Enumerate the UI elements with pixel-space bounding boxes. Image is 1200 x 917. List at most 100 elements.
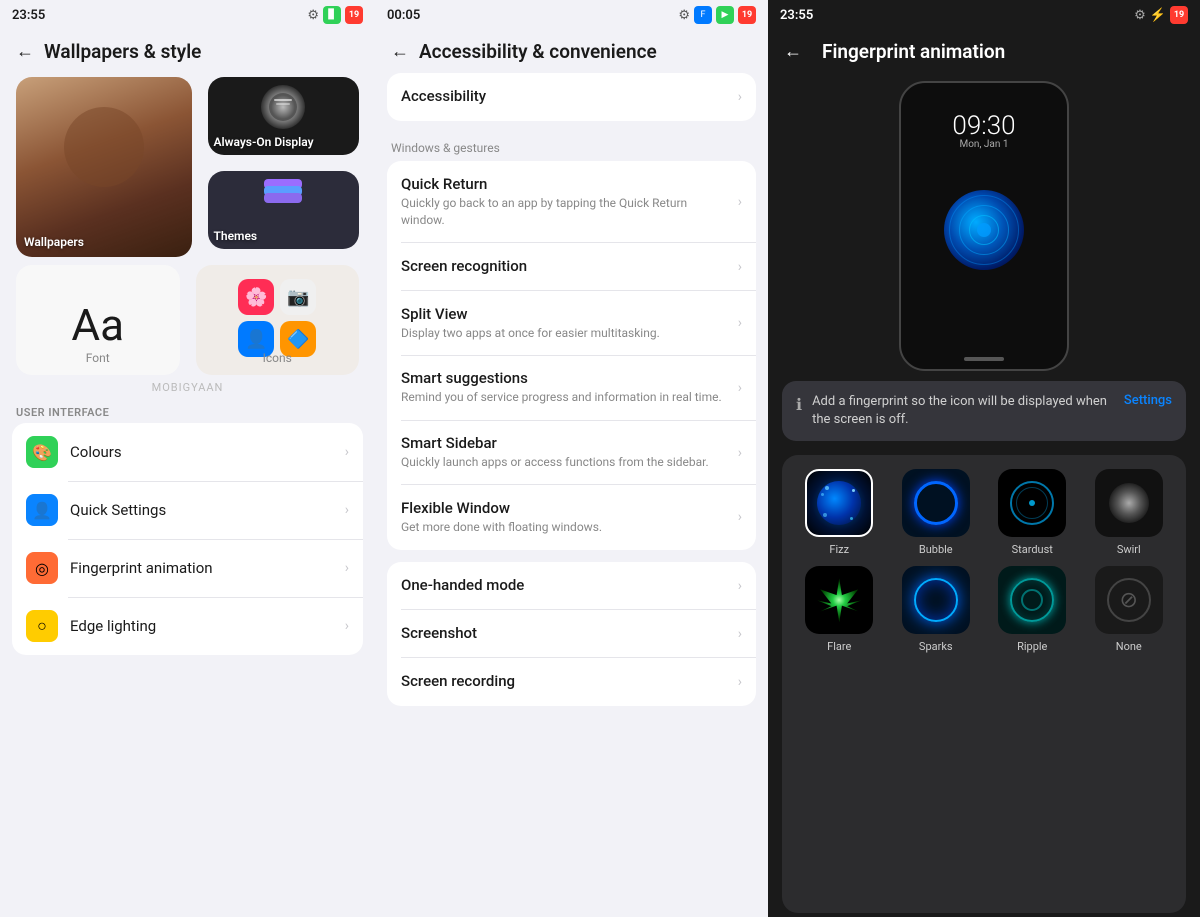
- always-on-display-item[interactable]: Always-On Display: [208, 77, 360, 155]
- accessibility-item[interactable]: Accessibility ›: [387, 73, 756, 121]
- one-handed-mode-item[interactable]: One-handed mode ›: [387, 562, 756, 610]
- smart-suggestions-desc: Remind you of service progress and infor…: [401, 389, 730, 406]
- one-handed-mode-title: One-handed mode: [401, 576, 730, 594]
- fizz-animation-item[interactable]: Fizz: [796, 469, 883, 556]
- battery-icon-p1: ▊: [323, 6, 341, 24]
- back-button-p3[interactable]: ←: [784, 41, 802, 62]
- info-settings-button[interactable]: Settings: [1124, 393, 1172, 408]
- wallpapers-panel: 23:55 ⚙ ▊ 19 ← Wallpapers & style Wallpa…: [0, 0, 375, 917]
- wallpapers-label: Wallpapers: [24, 235, 84, 249]
- wallpapers-item[interactable]: Wallpapers: [16, 77, 192, 257]
- quick-return-item[interactable]: Quick Return Quickly go back to an app b…: [387, 161, 756, 243]
- accessibility-panel: 00:05 ⚙ F ▶ 19 ← Accessibility & conveni…: [375, 0, 768, 917]
- fingerprint-animation-panel: 23:55 ⚙ ⚡ 19 ← Fingerprint animation 09:…: [768, 0, 1200, 917]
- windows-gestures-label: Windows & gestures: [375, 127, 768, 161]
- split-view-item[interactable]: Split View Display two apps at once for …: [387, 291, 756, 356]
- header-p1: ← Wallpapers & style: [0, 30, 375, 73]
- quick-settings-chevron: ›: [345, 502, 349, 518]
- fingerprint-animation-chevron: ›: [345, 560, 349, 576]
- screenshot-title: Screenshot: [401, 624, 730, 642]
- edge-lighting-icon: ○: [26, 610, 58, 642]
- back-button-p1[interactable]: ←: [16, 41, 34, 62]
- font-preview: Aa: [71, 303, 124, 347]
- status-bar-p1: 23:55 ⚙ ▊ 19: [0, 0, 375, 30]
- bubble-ring: [914, 481, 958, 525]
- notification-badge-p3: 19: [1170, 6, 1188, 24]
- preview-date: Mon, Jan 1: [952, 139, 1015, 150]
- flare-star: [817, 578, 861, 622]
- one-handed-chevron: ›: [738, 578, 742, 594]
- icons-preview: 🌸 📷 👤 🔷: [238, 279, 316, 357]
- screenshot-chevron: ›: [738, 626, 742, 642]
- font-item[interactable]: Aa Font: [16, 265, 180, 375]
- sparks-animation-item[interactable]: Sparks: [893, 566, 980, 653]
- flexible-window-title: Flexible Window: [401, 499, 730, 517]
- phone-preview: 09:30 Mon, Jan 1: [899, 81, 1069, 371]
- colours-item[interactable]: 🎨 Colours ›: [12, 423, 363, 481]
- fingerprint-animation-item[interactable]: ◎ Fingerprint animation ›: [12, 539, 363, 597]
- status-time-p1: 23:55: [12, 8, 45, 23]
- swirl-animation-item[interactable]: Swirl: [1086, 469, 1173, 556]
- swirl-inner: [1109, 483, 1149, 523]
- app-icon-camera: 📷: [280, 279, 316, 315]
- quick-return-chevron: ›: [738, 194, 742, 210]
- quick-settings-item[interactable]: 👤 Quick Settings ›: [12, 481, 363, 539]
- stardust-ring: [1010, 481, 1054, 525]
- quick-return-title: Quick Return: [401, 175, 730, 193]
- edge-lighting-chevron: ›: [345, 618, 349, 634]
- back-button-p2[interactable]: ←: [391, 41, 409, 62]
- colours-icon: 🎨: [26, 436, 58, 468]
- header-p3: ← Fingerprint animation: [768, 30, 1200, 73]
- quick-settings-icon: 👤: [26, 494, 58, 526]
- split-view-desc: Display two apps at once for easier mult…: [401, 325, 730, 342]
- header-p2: ← Accessibility & convenience: [375, 30, 768, 73]
- swirl-thumb: [1095, 469, 1163, 537]
- none-thumb: ⊘: [1095, 566, 1163, 634]
- preview-time: 09:30: [952, 113, 1015, 139]
- bubble-label: Bubble: [919, 543, 953, 556]
- page-title-p3: Fingerprint animation: [822, 40, 1005, 63]
- charging-icon-p3: ⚡: [1150, 8, 1166, 23]
- none-animation-item[interactable]: ⊘ None: [1086, 566, 1173, 653]
- status-bar-p2: 00:05 ⚙ F ▶ 19: [375, 0, 768, 30]
- accessibility-card: Accessibility ›: [387, 73, 756, 121]
- aod-label: Always-On Display: [214, 135, 314, 149]
- status-time-p2: 00:05: [387, 8, 420, 23]
- colours-label: Colours: [70, 443, 345, 461]
- edge-lighting-item[interactable]: ○ Edge lighting ›: [12, 597, 363, 655]
- settings-icon-p2: ⚙: [678, 8, 690, 23]
- status-icons-p1: ⚙ ▊ 19: [307, 6, 363, 24]
- windows-gestures-card: Quick Return Quickly go back to an app b…: [387, 161, 756, 550]
- bubble-thumb: [902, 469, 970, 537]
- themes-item[interactable]: Themes: [208, 171, 360, 249]
- ui-settings-list: 🎨 Colours › 👤 Quick Settings › ◎ Fingerp…: [12, 423, 363, 655]
- edge-lighting-label: Edge lighting: [70, 617, 345, 635]
- screen-recording-item[interactable]: Screen recording ›: [387, 658, 756, 706]
- ripple-animation-item[interactable]: Ripple: [989, 566, 1076, 653]
- screen-recognition-item[interactable]: Screen recognition ›: [387, 243, 756, 291]
- smart-sidebar-title: Smart Sidebar: [401, 434, 730, 452]
- screenshot-item[interactable]: Screenshot ›: [387, 610, 756, 658]
- smart-suggestions-item[interactable]: Smart suggestions Remind you of service …: [387, 355, 756, 420]
- quick-settings-label: Quick Settings: [70, 501, 345, 519]
- icons-label: Icons: [263, 351, 292, 365]
- phone-home-indicator: [964, 357, 1004, 361]
- flare-label: Flare: [827, 640, 851, 653]
- stardust-animation-item[interactable]: Stardust: [989, 469, 1076, 556]
- flexible-window-item[interactable]: Flexible Window Get more done with float…: [387, 485, 756, 550]
- ripple-thumb: [998, 566, 1066, 634]
- stardust-label: Stardust: [1012, 543, 1053, 556]
- info-banner: ℹ Add a fingerprint so the icon will be …: [782, 381, 1186, 441]
- flexible-window-chevron: ›: [738, 509, 742, 525]
- smart-sidebar-item[interactable]: Smart Sidebar Quickly launch apps or acc…: [387, 420, 756, 485]
- ripple-label: Ripple: [1017, 640, 1047, 653]
- smart-suggestions-chevron: ›: [738, 380, 742, 396]
- settings-icon-p3: ⚙: [1134, 8, 1146, 23]
- status-bar-p3: 23:55 ⚙ ⚡ 19: [768, 0, 1200, 30]
- flare-animation-item[interactable]: Flare: [796, 566, 883, 653]
- notification-badge-p2: 19: [738, 6, 756, 24]
- bubble-animation-item[interactable]: Bubble: [893, 469, 980, 556]
- font-label: Font: [86, 351, 110, 365]
- app-status-icon-p2: F: [694, 6, 712, 24]
- icons-item[interactable]: 🌸 📷 👤 🔷 Icons: [196, 265, 360, 375]
